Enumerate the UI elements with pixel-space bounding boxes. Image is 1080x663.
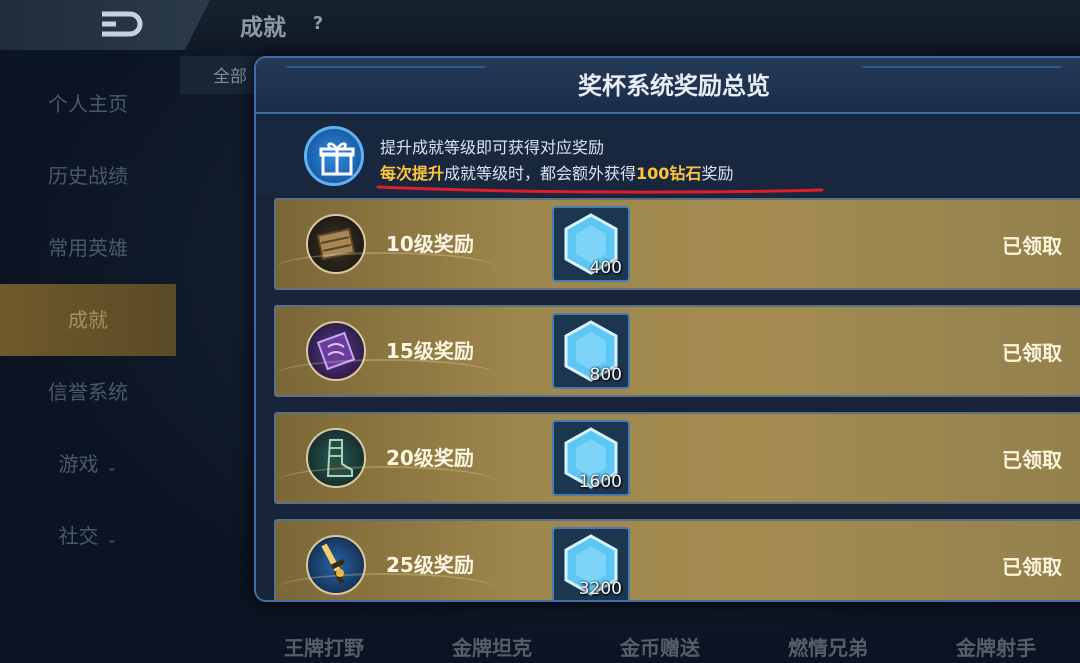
diamond-reward[interactable]: 400 xyxy=(552,206,630,282)
chevron-down-icon: ⌄ xyxy=(106,460,118,475)
bottom-tab[interactable]: 金牌坦克 xyxy=(408,630,576,663)
sidebar-item-label: 个人主页 xyxy=(48,92,128,116)
sidebar-item-label: 信誉系统 xyxy=(48,380,128,404)
claimed-status: 已领取 xyxy=(1002,555,1062,579)
diamond-count: 400 xyxy=(589,258,622,278)
boots-icon xyxy=(306,428,366,488)
reward-level-label: 15级奖励 xyxy=(386,339,474,363)
diamond-amount: 100钻石 xyxy=(636,164,702,183)
diamond-reward[interactable]: 1600 xyxy=(552,420,630,496)
diamond-reward[interactable]: 800 xyxy=(552,313,630,389)
diamond-reward[interactable]: 3200 xyxy=(552,527,630,600)
highlight-text: 每次提升 xyxy=(380,164,445,183)
back-arrow-icon xyxy=(102,11,143,37)
wooden-crate-icon xyxy=(306,214,366,274)
bottom-tab[interactable]: 金币赠送 xyxy=(576,630,744,663)
sword-icon xyxy=(306,535,366,595)
sidebar-item-game[interactable]: 游戏 ⌄ xyxy=(0,428,176,500)
sidebar-item-social[interactable]: 社交 ⌄ xyxy=(0,500,176,572)
sidebar-item-achievements[interactable]: 成就 xyxy=(0,284,176,356)
back-button[interactable] xyxy=(0,0,210,50)
reward-level-label: 10级奖励 xyxy=(386,232,474,256)
modal-header: 奖杯系统奖励总览 xyxy=(256,58,1080,114)
info-text: 成就等级时，都会额外获得 xyxy=(444,164,637,183)
info-line-1: 提升成就等级即可获得对应奖励 xyxy=(380,138,605,157)
diamond-count: 1600 xyxy=(578,472,622,492)
claimed-status: 已领取 xyxy=(1002,448,1062,472)
modal-title: 奖杯系统奖励总览 xyxy=(578,72,770,100)
sidebar-item-label: 常用英雄 xyxy=(48,236,128,260)
sidebar: 个人主页 历史战绩 常用英雄 成就 信誉系统 游戏 ⌄ 社交 ⌄ xyxy=(0,60,176,620)
help-icon[interactable]: ? xyxy=(306,12,330,36)
spellbook-icon xyxy=(306,321,366,381)
bottom-tabs: 王牌打野 金牌坦克 金币赠送 燃情兄弟 金牌射手 xyxy=(240,630,1080,663)
gift-icon xyxy=(304,126,364,186)
diamond-count: 800 xyxy=(589,365,622,385)
info-line-2: 每次提升成就等级时，都会额外获得100钻石奖励 xyxy=(380,160,733,184)
page-title: 成就 xyxy=(240,15,286,41)
sidebar-item-label: 历史战绩 xyxy=(48,164,128,188)
reward-row: 20级奖励 1600 已领取 xyxy=(274,412,1080,504)
sidebar-item-reputation[interactable]: 信誉系统 xyxy=(0,356,176,428)
reward-row: 10级奖励 400 已领取 xyxy=(274,198,1080,290)
sidebar-item-heroes[interactable]: 常用英雄 xyxy=(0,212,176,284)
sidebar-item-label: 游戏 xyxy=(58,452,99,476)
reward-overview-modal: 奖杯系统奖励总览 提升成就等级即可获得对应奖励 每次提升成就等级时，都会额外获得… xyxy=(254,56,1080,602)
reward-level-label: 20级奖励 xyxy=(386,446,474,470)
chevron-down-icon: ⌄ xyxy=(106,532,118,547)
diamond-count: 3200 xyxy=(578,579,622,599)
tab-all[interactable]: 全部 xyxy=(213,62,247,87)
sidebar-item-label: 社交 xyxy=(58,524,99,548)
reward-row: 25级奖励 3200 已领取 xyxy=(274,519,1080,600)
sidebar-item-label: 成就 xyxy=(68,308,108,332)
bottom-tab[interactable]: 金牌射手 xyxy=(912,630,1080,663)
claimed-status: 已领取 xyxy=(1002,341,1062,365)
top-bar: 成就 ? xyxy=(0,0,1080,50)
reward-row: 15级奖励 800 已领取 xyxy=(274,305,1080,397)
sidebar-item-history[interactable]: 历史战绩 xyxy=(0,140,176,212)
bottom-tab[interactable]: 燃情兄弟 xyxy=(744,630,912,663)
claimed-status: 已领取 xyxy=(1002,234,1062,258)
reward-level-label: 25级奖励 xyxy=(386,553,474,577)
info-text: 奖励 xyxy=(701,164,734,183)
sidebar-item-profile[interactable]: 个人主页 xyxy=(0,68,176,140)
bottom-tab[interactable]: 王牌打野 xyxy=(240,630,408,663)
red-underline-annotation xyxy=(376,185,824,194)
